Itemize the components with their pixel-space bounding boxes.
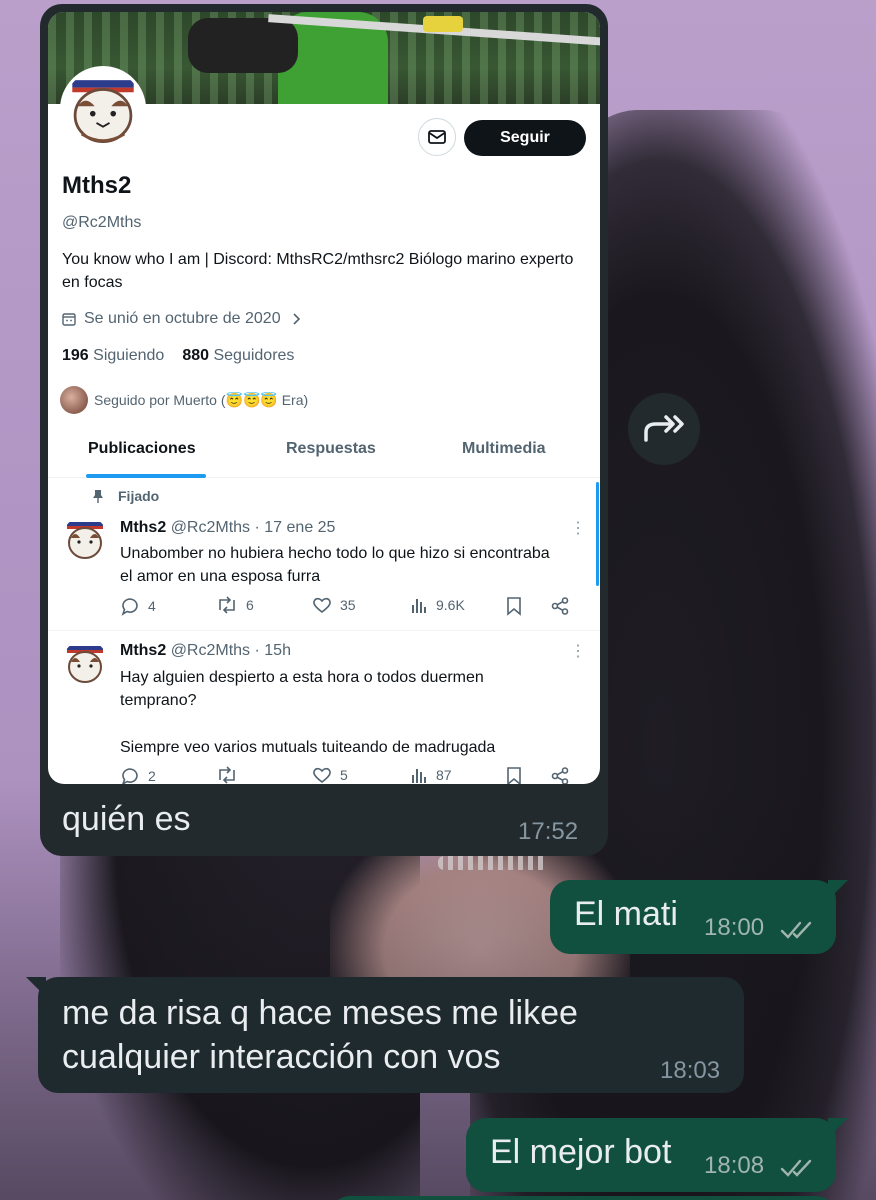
tab-publicaciones[interactable]: Publicaciones bbox=[88, 440, 196, 458]
like-button[interactable]: 35 bbox=[312, 596, 356, 614]
tab-respuestas[interactable]: Respuestas bbox=[286, 440, 376, 458]
retweet-icon bbox=[219, 766, 235, 784]
tweet-avatar[interactable] bbox=[62, 516, 108, 562]
retweet-button[interactable] bbox=[216, 766, 246, 784]
incoming-image-message[interactable]: Seguir Mths2 @Rc2Mths You know who I am … bbox=[40, 4, 608, 856]
views-button[interactable]: 87 bbox=[410, 766, 452, 784]
pinned-label: Fijado bbox=[92, 488, 159, 504]
joined-label: Se unió en octubre de 2020 bbox=[84, 310, 281, 327]
tweet-text: Unabomber no hubiera hecho todo lo que h… bbox=[120, 545, 550, 585]
message-time: 17:52 bbox=[518, 818, 579, 845]
like-button[interactable]: 5 bbox=[312, 766, 348, 784]
views-button[interactable]: 9.6K bbox=[410, 596, 465, 614]
bar-chart-icon bbox=[412, 599, 426, 613]
reply-icon bbox=[122, 768, 138, 784]
double-check-icon bbox=[780, 1159, 812, 1177]
divider bbox=[48, 630, 600, 631]
followed-by-text: Seguido por Muerto (😇😇😇 Era) bbox=[94, 391, 309, 408]
followers-stat[interactable]: 880 Seguidores bbox=[182, 347, 294, 365]
follow-stats: 196 Siguiendo 880 Seguidores bbox=[62, 347, 294, 365]
heart-icon bbox=[313, 597, 331, 614]
bookmark-button[interactable] bbox=[506, 766, 522, 784]
message-time: 18:08 bbox=[704, 1152, 765, 1179]
profile-tabs: Publicaciones Respuestas Multimedia bbox=[48, 430, 600, 478]
more-options-icon[interactable]: ⋮ bbox=[570, 641, 586, 661]
tweet-meta: @Rc2Mths · 17 ene 25 bbox=[170, 519, 336, 536]
tweet-avatar[interactable] bbox=[62, 640, 108, 686]
tweet-text-line1: Hay alguien despierto a esta hora o todo… bbox=[120, 669, 484, 709]
outgoing-message[interactable]: El mejor bot 18:08 bbox=[466, 1118, 848, 1192]
reply-button[interactable]: 4 bbox=[120, 596, 156, 616]
profile-display-name: Mths2 bbox=[62, 172, 132, 199]
message-time: 18:00 bbox=[704, 914, 765, 941]
message-caption: quién es bbox=[62, 800, 191, 838]
heart-icon bbox=[313, 767, 331, 784]
tweet-text-line2: Siempre veo varios mutuals tuiteando de … bbox=[120, 739, 496, 756]
calendar-icon bbox=[62, 313, 76, 326]
message-button[interactable] bbox=[418, 118, 456, 156]
reply-button[interactable]: 2 bbox=[120, 766, 156, 784]
bar-chart-icon bbox=[412, 769, 426, 783]
envelope-icon bbox=[428, 130, 446, 144]
shared-screenshot[interactable]: Seguir Mths2 @Rc2Mths You know who I am … bbox=[48, 12, 600, 784]
followed-by[interactable]: Seguido por Muerto (😇😇😇 Era) bbox=[60, 386, 308, 414]
forward-button[interactable] bbox=[628, 393, 700, 465]
bookmark-icon bbox=[507, 767, 521, 784]
message-text: El mejor bot bbox=[490, 1133, 672, 1171]
active-tab-indicator bbox=[86, 474, 206, 478]
outgoing-message-partial[interactable] bbox=[330, 1196, 836, 1200]
share-button[interactable] bbox=[550, 766, 570, 784]
forward-icon bbox=[644, 415, 684, 442]
message-text: me da risa q hace meses me likee cualqui… bbox=[62, 994, 578, 1076]
tweet-author[interactable]: Mths2 bbox=[120, 642, 166, 659]
message-text: El mati bbox=[574, 895, 678, 933]
joined-date[interactable]: Se unió en octubre de 2020 bbox=[62, 310, 303, 328]
tweet-actions: 4 6 35 9.6K bbox=[120, 596, 580, 620]
retweet-icon bbox=[219, 596, 235, 614]
share-button[interactable] bbox=[550, 596, 570, 616]
scrollbar-thumb[interactable] bbox=[596, 482, 599, 586]
following-stat[interactable]: 196 Siguiendo bbox=[62, 347, 164, 365]
double-check-icon bbox=[780, 921, 812, 939]
bookmark-button[interactable] bbox=[506, 596, 522, 616]
share-icon bbox=[551, 767, 569, 784]
outgoing-message[interactable]: El mati 18:00 bbox=[550, 880, 848, 954]
incoming-message[interactable]: me da risa q hace meses me likee cualqui… bbox=[26, 977, 744, 1093]
tab-multimedia[interactable]: Multimedia bbox=[462, 440, 546, 458]
share-icon bbox=[551, 597, 569, 615]
follower-avatar bbox=[60, 386, 88, 414]
pin-icon bbox=[93, 490, 103, 503]
bookmark-icon bbox=[507, 597, 521, 616]
profile-bio: You know who I am | Discord: MthsRC2/mth… bbox=[62, 251, 574, 291]
reply-icon bbox=[121, 598, 138, 616]
more-options-icon[interactable]: ⋮ bbox=[570, 518, 586, 538]
tweet-meta: @Rc2Mths · 15h bbox=[170, 642, 291, 659]
follow-button[interactable]: Seguir bbox=[464, 120, 586, 156]
chevron-right-icon bbox=[293, 313, 300, 325]
profile-avatar bbox=[60, 66, 146, 152]
tweet-actions: 2 5 87 bbox=[120, 766, 580, 784]
profile-handle: @Rc2Mths bbox=[62, 214, 142, 231]
tweet-author[interactable]: Mths2 bbox=[120, 519, 166, 536]
message-time: 18:03 bbox=[660, 1057, 721, 1084]
retweet-button[interactable]: 6 bbox=[216, 596, 254, 614]
